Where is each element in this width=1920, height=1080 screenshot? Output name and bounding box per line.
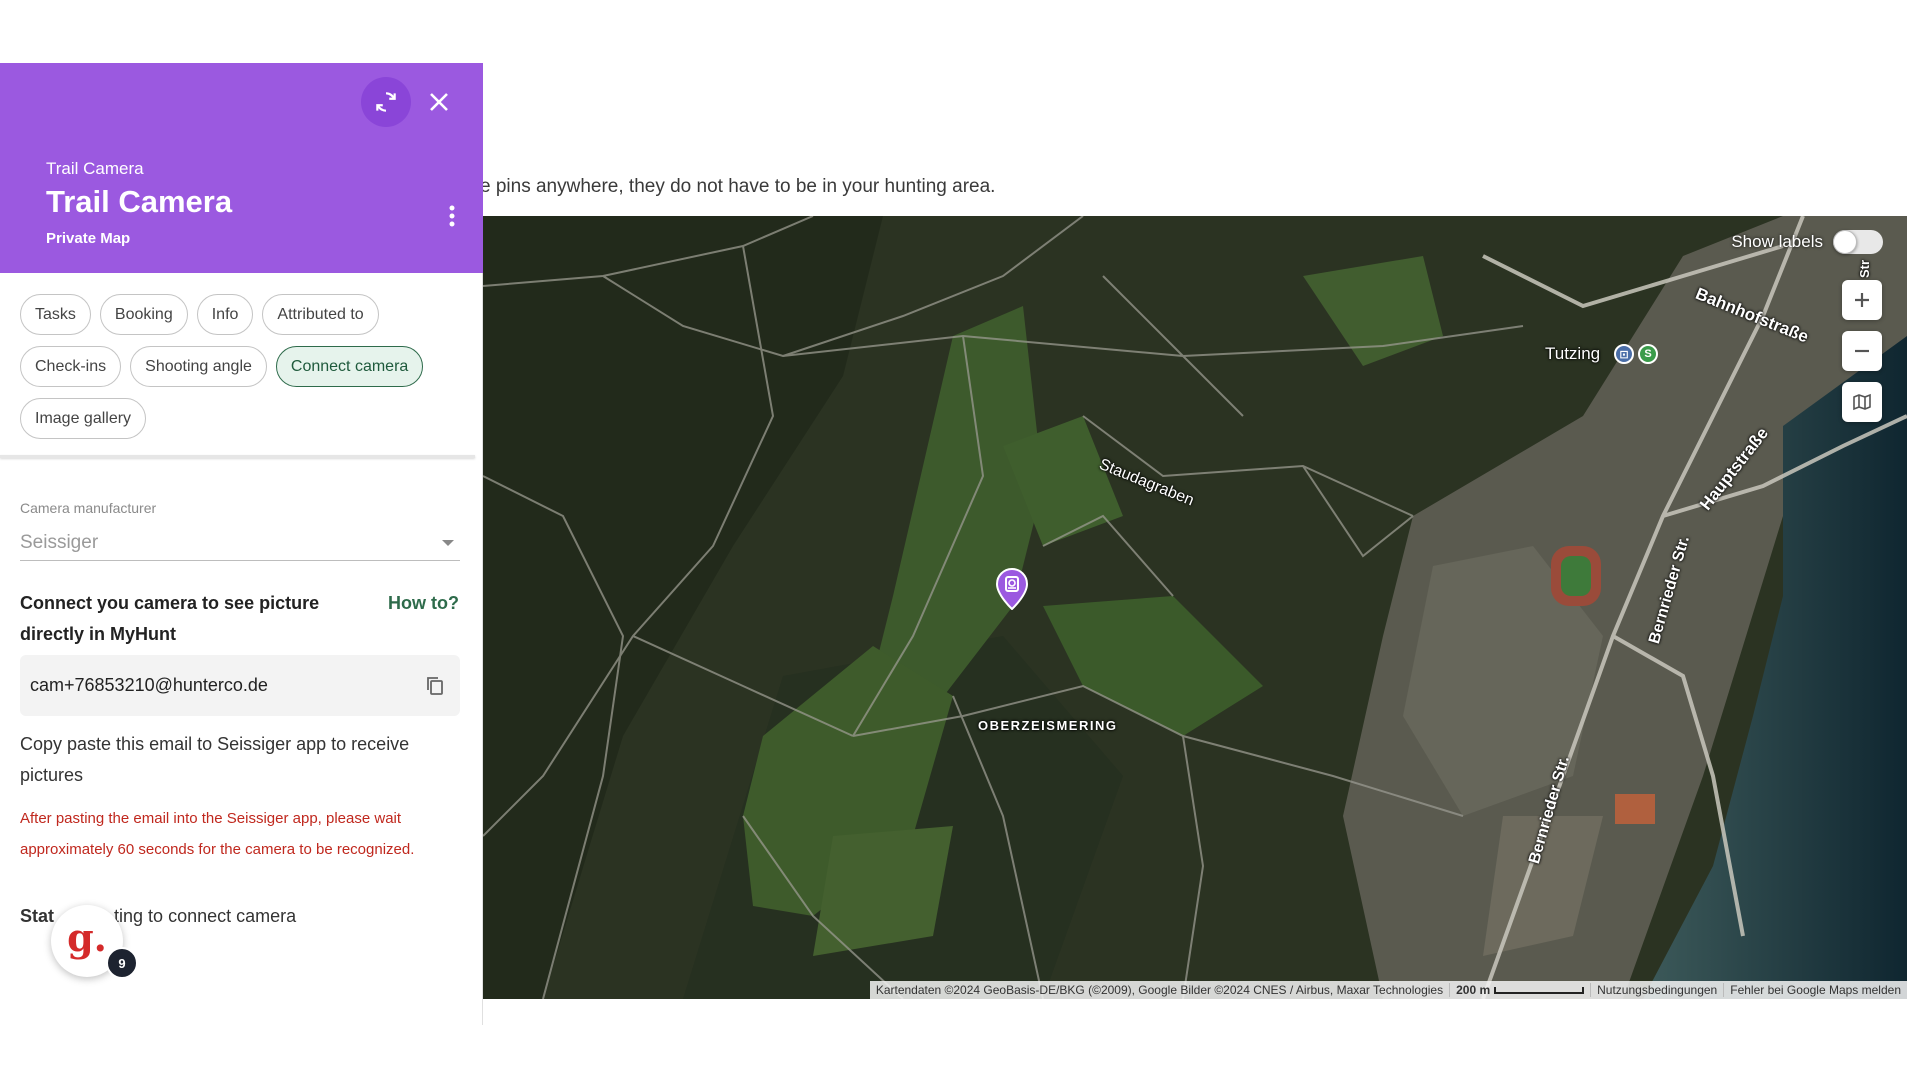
close-button[interactable] xyxy=(414,77,464,127)
chip-info[interactable]: Info xyxy=(196,294,254,335)
status-label: Stat xyxy=(20,906,55,926)
panel-header: Trail Camera Trail Camera Private Map xyxy=(0,63,483,273)
copy-email-button[interactable] xyxy=(420,671,450,701)
map-report-link[interactable]: Fehler bei Google Maps melden xyxy=(1723,983,1907,997)
connect-camera-title: Connect you camera to see picture direct… xyxy=(20,593,320,644)
scale-bar xyxy=(1494,987,1585,995)
show-labels-text: Show labels xyxy=(1731,232,1823,251)
chip-shooting-angle[interactable]: Shooting angle xyxy=(130,346,267,387)
warning-text: After pasting the email into the Seissig… xyxy=(20,810,415,858)
notification-badge: 9 xyxy=(106,947,138,979)
map-label-tutzing: Tutzing xyxy=(1545,344,1601,363)
chip-image-gallery[interactable]: Image gallery xyxy=(20,398,147,439)
how-to-link[interactable]: How to? xyxy=(388,588,459,619)
header-eyebrow: Trail Camera xyxy=(46,159,144,178)
trail-camera-panel: Trail Camera Trail Camera Private Map Ta… xyxy=(0,63,483,1025)
chip-attributed-to[interactable]: Attributed to xyxy=(262,294,379,335)
camera-email-value: cam+76853210@hunterco.de xyxy=(30,675,268,695)
camera-manufacturer-select[interactable]: Seissiger xyxy=(20,525,460,561)
camera-manufacturer-label: Camera manufacturer xyxy=(20,500,157,516)
map-label-oberzeismering: OBERZEISMERING xyxy=(978,718,1118,733)
chip-check-ins[interactable]: Check-ins xyxy=(20,346,122,387)
chip-connect-camera[interactable]: Connect camera xyxy=(275,346,424,387)
map-layers-icon xyxy=(1853,393,1871,411)
more-options-button[interactable] xyxy=(440,201,464,231)
refresh-button[interactable] xyxy=(361,77,411,127)
support-widget-button[interactable]: g. 9 xyxy=(51,905,138,979)
satellite-map[interactable]: Bahnhofstraße Tutzing ⊡ S Staudagraben H… xyxy=(483,216,1907,999)
map-data-credit: Kartendaten ©2024 GeoBasis-DE/BKG (©2009… xyxy=(875,983,1444,997)
copy-help-text: Copy paste this email to Seissiger app t… xyxy=(20,734,410,785)
trail-camera-pin-icon[interactable] xyxy=(996,568,1028,610)
header-subtitle: Private Map xyxy=(46,230,131,247)
dropdown-caret-icon xyxy=(442,539,454,546)
more-vertical-icon xyxy=(449,205,455,227)
map-scale: 200 m xyxy=(1449,983,1590,997)
close-icon xyxy=(430,93,448,111)
s-bahn-station-icon[interactable]: S xyxy=(1638,344,1658,364)
section-chips: Tasks Booking Info Attributed to Check-i… xyxy=(20,294,470,439)
camera-manufacturer-value: Seissiger xyxy=(20,531,99,553)
map-terms-link[interactable]: Nutzungsbedingungen xyxy=(1590,983,1723,997)
map-scale-label: 200 m xyxy=(1456,983,1491,997)
map-hint-text: e pins anywhere, they do not have to be … xyxy=(480,176,996,197)
copy-icon xyxy=(427,676,443,695)
map-type-button[interactable] xyxy=(1842,382,1882,422)
map-attribution: Kartendaten ©2024 GeoBasis-DE/BKG (©2009… xyxy=(869,981,1907,999)
status-value: ting to connect camera xyxy=(114,906,297,926)
chip-booking[interactable]: Booking xyxy=(99,294,188,335)
show-labels-toggle[interactable] xyxy=(1833,230,1883,254)
widget-logo-icon: g. xyxy=(67,915,107,960)
zoom-out-button[interactable] xyxy=(1842,331,1882,371)
toggle-knob xyxy=(1833,230,1857,254)
page-title: Trail Camera xyxy=(46,184,233,219)
camera-email-field: cam+76853210@hunterco.de xyxy=(20,655,460,716)
chip-tasks[interactable]: Tasks xyxy=(20,294,91,335)
refresh-icon xyxy=(376,92,396,112)
show-labels-control: Show labels xyxy=(1731,230,1883,254)
train-station-icon[interactable]: ⊡ xyxy=(1614,344,1634,364)
plus-icon xyxy=(1855,293,1869,307)
minus-icon xyxy=(1855,349,1869,353)
map-terrain xyxy=(483,216,1907,999)
map-label-str-partial: Str xyxy=(1857,259,1872,278)
zoom-in-button[interactable] xyxy=(1842,280,1882,320)
divider xyxy=(0,455,475,458)
